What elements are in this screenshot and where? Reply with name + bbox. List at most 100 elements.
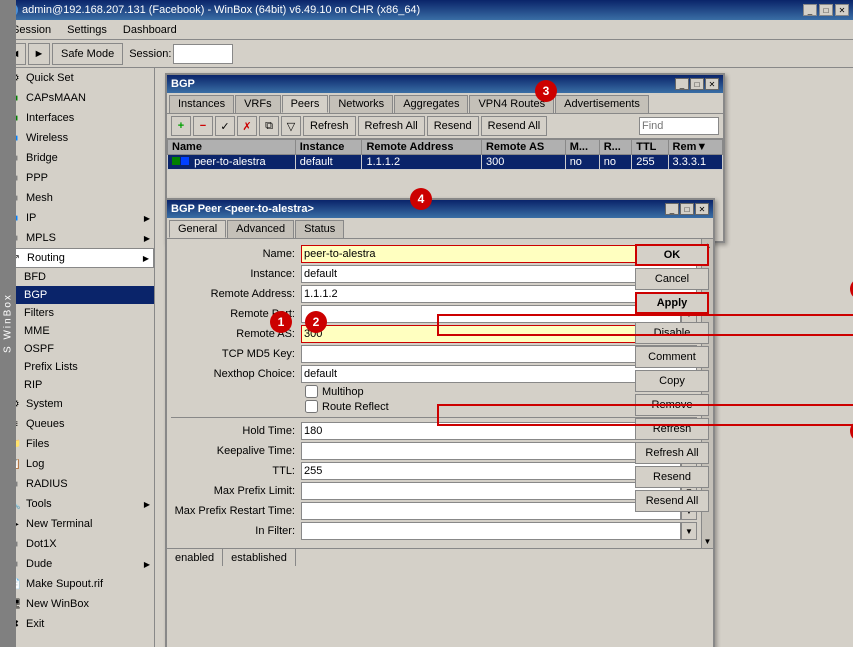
- bgp-check-button[interactable]: ✓: [215, 116, 235, 136]
- sidebar-item-system[interactable]: ⚙ System: [0, 394, 154, 414]
- sidebar-item-new-winbox[interactable]: 🖥 New WinBox: [0, 594, 154, 614]
- peer-tab-status[interactable]: Status: [295, 220, 344, 238]
- menu-settings[interactable]: Settings: [59, 22, 115, 38]
- minimize-button[interactable]: _: [803, 4, 817, 16]
- bgp-refresh-button[interactable]: Refresh: [303, 116, 356, 136]
- session-input[interactable]: [173, 44, 233, 64]
- apply-button[interactable]: Apply: [635, 292, 709, 314]
- sidebar-item-routing[interactable]: ↗ Routing ▶: [0, 248, 154, 268]
- sidebar-item-radius[interactable]: ■ RADIUS: [0, 474, 154, 494]
- bgp-copy-button[interactable]: ⧉: [259, 116, 279, 136]
- comment-button[interactable]: Comment: [635, 346, 709, 368]
- bgp-window-title: BGP: [171, 78, 195, 90]
- sidebar-item-log[interactable]: 📋 Log: [0, 454, 154, 474]
- submenu-mme[interactable]: MME: [0, 322, 154, 340]
- sidebar-item-queues[interactable]: ≡ Queues: [0, 414, 154, 434]
- route-reflect-checkbox[interactable]: [305, 400, 318, 413]
- col-name[interactable]: Name: [168, 140, 296, 155]
- resend-button[interactable]: Resend: [635, 466, 709, 488]
- submenu-bfd[interactable]: BFD: [0, 268, 154, 286]
- col-remote-address[interactable]: Remote Address: [362, 140, 482, 155]
- peer-minimize-button[interactable]: _: [665, 203, 679, 215]
- bgp-cross-button[interactable]: ✗: [237, 116, 257, 136]
- scroll-down-btn[interactable]: ▼: [702, 535, 714, 548]
- refresh-button[interactable]: Refresh: [635, 418, 709, 440]
- sidebar-item-mesh[interactable]: ■ Mesh: [0, 188, 154, 208]
- sidebar-item-capsman[interactable]: ■ CAPsMAAN: [0, 88, 154, 108]
- submenu-filters[interactable]: Filters: [0, 304, 154, 322]
- disable-button[interactable]: Disable: [635, 322, 709, 344]
- peer-status-established: established: [223, 549, 296, 566]
- col-instance[interactable]: Instance: [295, 140, 362, 155]
- bgp-add-button[interactable]: +: [171, 116, 191, 136]
- bgp-tab-instances[interactable]: Instances: [169, 95, 234, 113]
- col-m[interactable]: M...: [565, 140, 599, 155]
- submenu-bgp[interactable]: BGP: [0, 286, 154, 304]
- sidebar-item-bridge[interactable]: ■ Bridge: [0, 148, 154, 168]
- form-row-hold-time: Hold Time: ▼ s: [171, 422, 697, 440]
- peer-close-button[interactable]: ✕: [695, 203, 709, 215]
- sidebar-item-mpls[interactable]: ■ MPLS ▶: [0, 228, 154, 248]
- bgp-maximize-button[interactable]: □: [690, 78, 704, 90]
- bgp-tab-aggregates[interactable]: Aggregates: [394, 95, 468, 113]
- col-rem[interactable]: Rem▼: [668, 140, 722, 155]
- sidebar-item-exit[interactable]: ✖ Exit: [0, 614, 154, 634]
- bgp-tab-advertisements[interactable]: Advertisements: [555, 95, 649, 113]
- remote-port-input[interactable]: [301, 305, 681, 323]
- bgp-remove-button[interactable]: −: [193, 116, 213, 136]
- bgp-close-button[interactable]: ✕: [705, 78, 719, 90]
- sidebar-item-dot1x[interactable]: ■ Dot1X: [0, 534, 154, 554]
- bgp-tab-networks[interactable]: Networks: [329, 95, 393, 113]
- bgp-filter-button[interactable]: ▽: [281, 116, 301, 136]
- ok-button[interactable]: OK: [635, 244, 709, 266]
- menu-dashboard[interactable]: Dashboard: [115, 22, 185, 38]
- in-filter-dropdown-btn[interactable]: ▼: [681, 522, 697, 540]
- col-ttl[interactable]: TTL: [632, 140, 668, 155]
- peer-tab-general[interactable]: General: [169, 220, 226, 238]
- routing-arrow: ▶: [143, 254, 149, 263]
- ttl-input[interactable]: [301, 462, 681, 480]
- resend-all-button[interactable]: Resend All: [635, 490, 709, 512]
- table-row[interactable]: peer-to-alestra default 1.1.1.2 300 no n…: [168, 155, 723, 170]
- bgp-tab-vrfs[interactable]: VRFs: [235, 95, 281, 113]
- bgp-refresh-all-button[interactable]: Refresh All: [358, 116, 425, 136]
- max-prefix-restart-input[interactable]: [301, 502, 681, 520]
- peer-maximize-button[interactable]: □: [680, 203, 694, 215]
- bgp-tab-peers[interactable]: Peers: [282, 95, 329, 113]
- mpls-arrow: ▶: [144, 234, 150, 243]
- peer-tab-advanced[interactable]: Advanced: [227, 220, 294, 238]
- sidebar-item-ppp[interactable]: ■ PPP: [0, 168, 154, 188]
- refresh-all-button[interactable]: Refresh All: [635, 442, 709, 464]
- sidebar-item-interfaces[interactable]: ■ Interfaces: [0, 108, 154, 128]
- bgp-minimize-button[interactable]: _: [675, 78, 689, 90]
- remove-button[interactable]: Remove: [635, 394, 709, 416]
- safe-mode-button[interactable]: Safe Mode: [52, 43, 123, 65]
- bgp-resend-button[interactable]: Resend: [427, 116, 479, 136]
- sidebar-item-new-terminal[interactable]: ▶ New Terminal: [0, 514, 154, 534]
- submenu-prefix-lists[interactable]: Prefix Lists: [0, 358, 154, 376]
- sidebar-item-dude[interactable]: ■ Dude ▶: [0, 554, 154, 574]
- bgp-find-input[interactable]: [639, 117, 719, 135]
- copy-button[interactable]: Copy: [635, 370, 709, 392]
- hold-time-input[interactable]: [301, 422, 672, 440]
- close-button[interactable]: ✕: [835, 4, 849, 16]
- col-remote-as[interactable]: Remote AS: [481, 140, 565, 155]
- sidebar-item-quick-set[interactable]: ⚙ Quick Set: [0, 68, 154, 88]
- sidebar-item-wireless[interactable]: ■ Wireless: [0, 128, 154, 148]
- form-label-max-prefix-restart: Max Prefix Restart Time:: [171, 505, 301, 517]
- sidebar-item-make-supout[interactable]: 📄 Make Supout.rif: [0, 574, 154, 594]
- bgp-resend-all-button[interactable]: Resend All: [481, 116, 548, 136]
- maximize-button[interactable]: □: [819, 4, 833, 16]
- max-prefix-input[interactable]: [301, 482, 681, 500]
- col-r[interactable]: R...: [599, 140, 632, 155]
- forward-button[interactable]: ►: [28, 43, 50, 65]
- cancel-button[interactable]: Cancel: [635, 268, 709, 290]
- keepalive-input[interactable]: [301, 442, 681, 460]
- in-filter-input[interactable]: [301, 522, 681, 540]
- submenu-ospf[interactable]: OSPF: [0, 340, 154, 358]
- sidebar-item-ip[interactable]: ■ IP ▶: [0, 208, 154, 228]
- sidebar-item-tools[interactable]: 🔧 Tools ▶: [0, 494, 154, 514]
- submenu-rip[interactable]: RIP: [0, 376, 154, 394]
- multihop-checkbox[interactable]: [305, 385, 318, 398]
- sidebar-item-files[interactable]: 📁 Files: [0, 434, 154, 454]
